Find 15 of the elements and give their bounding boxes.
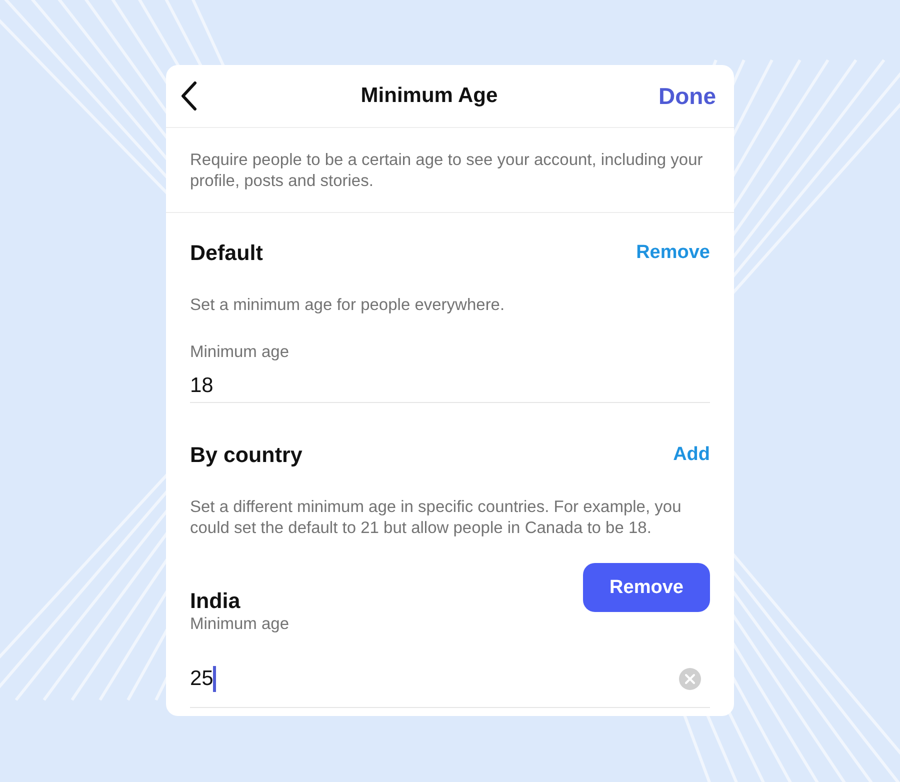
section-heading: By country: [190, 442, 302, 469]
section-description: Set a minimum age for people everywhere.: [190, 295, 506, 316]
section-heading: Default: [190, 240, 263, 267]
intro-text: Require people to be a certain age to see your account, including your profile, posts and stories.: [166, 128, 734, 213]
field-label: Minimum age: [190, 342, 290, 364]
section-link[interactable]: Add: [673, 440, 710, 470]
country-name: India: [190, 588, 240, 616]
screen-title: Minimum Age: [360, 83, 498, 110]
done-button[interactable]: Done: [658, 78, 716, 114]
remove-button[interactable]: Remove: [583, 563, 710, 612]
section-description: Set a different minimum age in specific countries. For example, you could set the default to 21 but allow people in Canada to be 18.: [190, 497, 682, 540]
section-link[interactable]: Remove: [636, 238, 710, 268]
field-label: Minimum age: [190, 614, 290, 634]
age-field[interactable]: 18: [190, 369, 710, 403]
age-field[interactable]: 25: [190, 650, 710, 708]
